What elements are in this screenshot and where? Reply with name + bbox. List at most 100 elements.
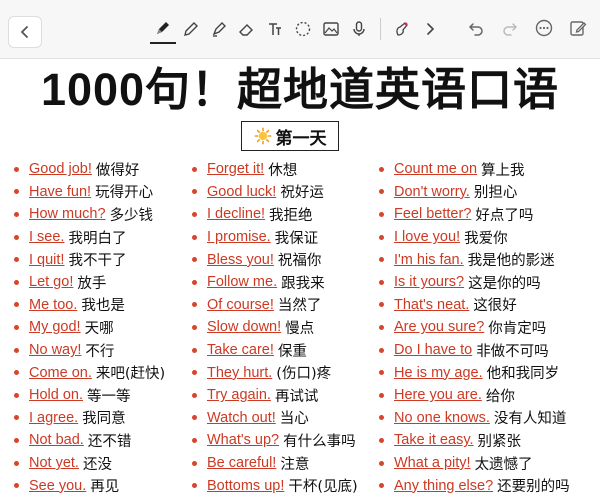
phrase-english: I decline! bbox=[207, 206, 266, 223]
redo-button[interactable] bbox=[496, 14, 524, 42]
phrase-chinese: 当然了 bbox=[277, 298, 322, 315]
phrase-chinese: 没有人知道 bbox=[493, 411, 567, 428]
phrase-row: Watch out! 当心 bbox=[192, 407, 358, 430]
phrase-english: Be careful! bbox=[207, 455, 277, 472]
phrase-english: See you. bbox=[29, 477, 87, 494]
phrase-english: Are you sure? bbox=[394, 319, 485, 336]
phrase-row: Take care! 保重 bbox=[192, 339, 358, 362]
text-tool-icon bbox=[269, 23, 281, 35]
phrase-row: How much? 多少钱 bbox=[14, 203, 165, 226]
bullet-icon bbox=[14, 324, 19, 330]
image-icon bbox=[323, 22, 339, 36]
phrase-row: That's neat. 这很好 bbox=[379, 294, 570, 317]
bullet-icon bbox=[14, 437, 19, 443]
more-tools-button[interactable] bbox=[417, 15, 443, 43]
audio-tool[interactable] bbox=[346, 15, 372, 43]
phrase-row: Do I have to 非做不可吗 bbox=[379, 339, 570, 362]
phrase-chinese: 注意 bbox=[280, 456, 310, 473]
phrase-row: I see. 我明白了 bbox=[14, 226, 165, 249]
phrase-chinese: 他和我同岁 bbox=[486, 366, 560, 383]
hand-pen-icon bbox=[396, 22, 408, 36]
phrase-chinese: 多少钱 bbox=[109, 207, 154, 224]
bullet-icon bbox=[379, 189, 384, 195]
image-tool[interactable] bbox=[318, 15, 344, 43]
phrase-chinese: 等一等 bbox=[87, 388, 131, 405]
phrase-row: Not yet. 还没 bbox=[14, 452, 165, 475]
hand-pen-tool[interactable] bbox=[389, 15, 415, 43]
phrase-row: I agree. 我同意 bbox=[14, 407, 165, 430]
edit-button[interactable] bbox=[564, 14, 592, 42]
more-button[interactable] bbox=[530, 14, 558, 42]
text-tool[interactable] bbox=[262, 15, 288, 43]
bullet-icon bbox=[379, 166, 384, 172]
bullet-icon bbox=[379, 347, 384, 353]
day-badge: 第一天 bbox=[241, 121, 339, 151]
bullet-icon bbox=[14, 460, 19, 466]
phrase-row: No one knows. 没有人知道 bbox=[379, 407, 570, 430]
phrase-chinese: 我保证 bbox=[274, 230, 319, 247]
bullet-icon bbox=[14, 483, 19, 489]
bullet-icon bbox=[192, 370, 197, 376]
pencil-tool[interactable] bbox=[178, 15, 204, 43]
phrase-row: Any thing else? 还要别的吗 bbox=[379, 474, 570, 497]
phrase-english: Follow me. bbox=[207, 274, 278, 291]
phrase-row: Let go! 放手 bbox=[14, 271, 165, 294]
phrase-row: Try again. 再试试 bbox=[192, 384, 358, 407]
bullet-icon bbox=[192, 415, 197, 421]
bullet-icon bbox=[379, 483, 384, 489]
phrase-english: What's up? bbox=[207, 432, 280, 449]
phrase-english: Count me on bbox=[394, 161, 478, 178]
day-label: 第一天 bbox=[275, 128, 327, 149]
phrase-chinese: 还没 bbox=[82, 456, 112, 473]
phrase-english: Come on. bbox=[29, 364, 92, 381]
phrase-english: Not yet. bbox=[29, 455, 79, 472]
phrase-english: Watch out! bbox=[207, 409, 276, 426]
bullet-icon bbox=[14, 302, 19, 308]
highlighter-tool[interactable] bbox=[206, 15, 232, 43]
phrase-english: Any thing else? bbox=[394, 477, 494, 494]
pen-tool[interactable] bbox=[150, 14, 176, 44]
phrase-row: What a pity! 太遗憾了 bbox=[379, 452, 570, 475]
highlighter-icon bbox=[212, 22, 226, 37]
phrase-chinese: (伤口)疼 bbox=[276, 366, 332, 383]
phrase-chinese: 祝好运 bbox=[280, 185, 324, 202]
phrase-english: I agree. bbox=[29, 409, 79, 426]
bullet-icon bbox=[14, 370, 19, 376]
phrase-row: Hold on. 等一等 bbox=[14, 384, 165, 407]
eraser-icon bbox=[239, 24, 253, 36]
phrase-english: Of course! bbox=[207, 296, 274, 313]
phrase-row: Is it yours? 这是你的吗 bbox=[379, 271, 570, 294]
phrase-english: Me too. bbox=[29, 296, 78, 313]
phrase-chinese: 我是他的影迷 bbox=[467, 253, 555, 270]
chevron-left-icon bbox=[20, 26, 28, 38]
phrase-chinese: 祝福你 bbox=[277, 253, 322, 270]
more-icon bbox=[535, 19, 553, 37]
right-tools bbox=[462, 14, 592, 42]
phrase-chinese: 非做不可吗 bbox=[476, 343, 549, 360]
phrase-english: They hurt. bbox=[207, 364, 273, 381]
phrase-row: Feel better? 好点了吗 bbox=[379, 203, 570, 226]
phrase-chinese: 休想 bbox=[268, 162, 298, 179]
bullet-icon bbox=[379, 257, 384, 263]
eraser-tool[interactable] bbox=[234, 15, 260, 43]
page-title: 1000句！超地道英语口语 bbox=[40, 64, 560, 115]
phrase-column-2: Forget it! 休想 Good luck! 祝好运 I decline! 我拒绝 I … bbox=[192, 158, 358, 497]
phrase-chinese: 来吧(赶快) bbox=[95, 366, 166, 383]
pen-icon bbox=[157, 22, 169, 34]
bullet-icon bbox=[379, 415, 384, 421]
phrase-english: Not bad. bbox=[29, 432, 84, 449]
lasso-tool[interactable] bbox=[290, 15, 316, 43]
back-button[interactable] bbox=[8, 16, 42, 48]
bullet-icon bbox=[192, 437, 197, 443]
bullet-icon bbox=[379, 437, 384, 443]
undo-button[interactable] bbox=[462, 14, 490, 42]
phrase-chinese: 给你 bbox=[485, 388, 515, 405]
phrase-row: My god! 天哪 bbox=[14, 316, 165, 339]
phrase-english: Let go! bbox=[29, 274, 74, 291]
bullet-icon bbox=[192, 483, 197, 489]
pencil-icon bbox=[184, 22, 198, 36]
bullet-icon bbox=[379, 302, 384, 308]
bullet-icon bbox=[14, 211, 19, 217]
microphone-icon bbox=[353, 21, 365, 36]
phrase-chinese: 做得好 bbox=[95, 162, 140, 179]
